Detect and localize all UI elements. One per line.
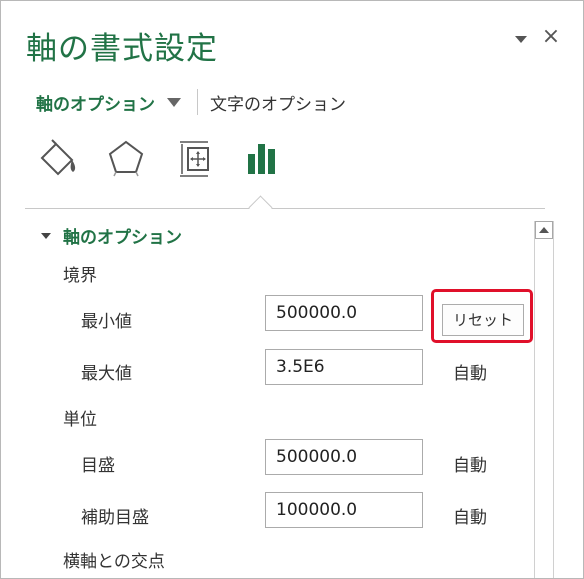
max-input[interactable]: 3.5E6 (265, 349, 423, 385)
tab-text-options[interactable]: 文字のオプション (210, 90, 346, 115)
major-input[interactable]: 500000.0 (265, 439, 423, 475)
bounds-label: 境界 (63, 266, 97, 286)
units-label: 単位 (63, 410, 97, 430)
tab-axis-options[interactable]: 軸のオプション (36, 90, 155, 115)
minor-auto-button[interactable]: 自動 (453, 503, 487, 528)
axis-options-section-header[interactable]: 軸のオプション (41, 223, 182, 248)
pane-options-dropdown-icon[interactable] (513, 31, 529, 47)
close-icon[interactable]: × (541, 25, 561, 49)
axis-options-content: 軸のオプション 境界 最小値 500000.0 リセット 最大値 3.5E6 自… (1, 209, 583, 578)
scroll-up-arrow-icon[interactable] (535, 221, 553, 239)
major-label: 目盛 (81, 456, 115, 476)
format-axis-pane: 軸の書式設定 × 軸のオプション 文字のオプション 軸のオプション 境界 最小値… (0, 0, 584, 579)
horizontal-axis-crosses-label: 横軸との交点 (63, 552, 165, 572)
max-label: 最大値 (81, 364, 132, 384)
min-label: 最小値 (81, 312, 132, 332)
max-auto-button[interactable]: 自動 (453, 359, 487, 384)
minor-input[interactable]: 100000.0 (265, 492, 423, 528)
min-reset-button[interactable]: リセット (442, 304, 524, 336)
effects-pentagon-icon[interactable] (99, 134, 153, 182)
collapse-arrow-icon[interactable] (41, 232, 51, 239)
tab-separator (197, 89, 198, 115)
minor-label: 補助目盛 (81, 508, 149, 528)
options-tabs: 軸のオプション 文字のオプション (36, 89, 346, 115)
vertical-scrollbar[interactable] (534, 221, 554, 578)
tab-dropdown-icon[interactable] (167, 97, 181, 107)
section-title: 軸のオプション (63, 228, 182, 248)
major-auto-button[interactable]: 自動 (453, 451, 487, 476)
pane-title: 軸の書式設定 (26, 31, 218, 67)
fill-line-icon[interactable] (31, 134, 85, 182)
min-input[interactable]: 500000.0 (265, 295, 423, 331)
size-properties-icon[interactable] (167, 134, 221, 182)
axis-options-bar-chart-icon[interactable] (235, 134, 289, 182)
category-icon-row (31, 133, 303, 183)
